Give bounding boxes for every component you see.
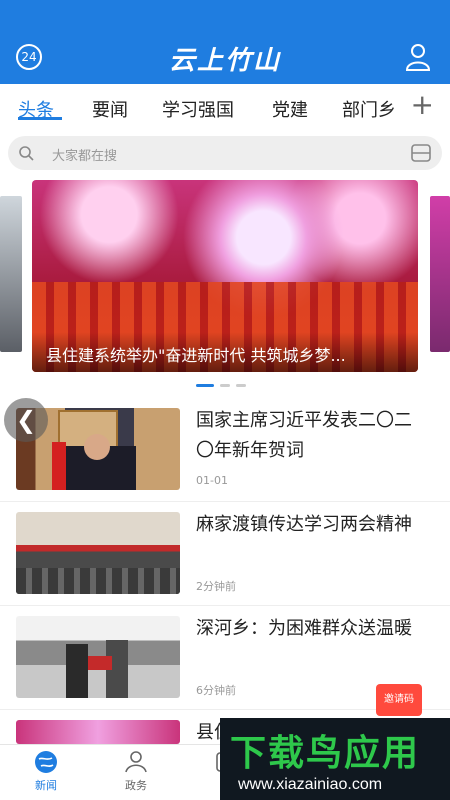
carousel-dot (236, 384, 246, 387)
watermark-logo-text: 下载鸟应用 (230, 733, 421, 774)
banner-slide[interactable]: 县住建系统举办"奋进新时代 共筑城乡梦... (32, 180, 418, 372)
news-title: 国家主席习近平发表二〇二〇年新年贺词 (196, 410, 412, 461)
news-title: 麻家渡镇传达学习两会精神 (196, 514, 412, 535)
app-title: 云上竹山 (168, 46, 281, 76)
news-time: 01-01 (196, 474, 228, 487)
banner-carousel[interactable]: 县住建系统举办"奋进新时代 共筑城乡梦... (0, 180, 450, 380)
category-tabs: 头条 要闻 学习强国 党建 部门乡 (0, 84, 450, 130)
tab-departments[interactable]: 部门乡 (342, 96, 396, 122)
search-bar[interactable]: 大家都在搜 (8, 136, 442, 170)
news-item[interactable]: 麻家渡镇传达学习两会精神 2分钟前 (0, 502, 450, 606)
tab-party[interactable]: 党建 (272, 96, 308, 122)
nav-government[interactable]: 政务 (106, 749, 166, 793)
invite-code-button[interactable]: 邀请码 (376, 684, 422, 716)
banner-caption: 县住建系统举办"奋进新时代 共筑城乡梦... (32, 332, 418, 372)
nav-label: 新闻 (35, 779, 57, 792)
back-button[interactable]: ❮ (4, 398, 48, 442)
watermark-url: www.xiazainiao.com (238, 776, 383, 793)
globe-icon (35, 751, 57, 773)
app-header: 24 云上竹山 (0, 0, 450, 84)
carousel-dot (220, 384, 230, 387)
add-channel-icon[interactable]: + (411, 88, 434, 121)
active-tab-indicator (18, 117, 62, 120)
tab-major-news[interactable]: 要闻 (92, 96, 128, 122)
people-icon (125, 751, 147, 773)
site-watermark: 下载鸟应用 www.xiazainiao.com (220, 718, 450, 800)
search-icon (19, 146, 34, 161)
nav-news[interactable]: 新闻 (16, 749, 76, 793)
nav-label: 政务 (125, 779, 147, 792)
search-placeholder: 大家都在搜 (52, 149, 118, 164)
news-time: 6分钟前 (196, 684, 236, 697)
carousel-dot-active (196, 384, 214, 387)
news-thumbnail (16, 616, 180, 698)
user-profile-icon[interactable] (404, 42, 432, 72)
tab-study[interactable]: 学习强国 (162, 96, 234, 122)
news-title: 深河乡：为困难群众送温暖 (196, 618, 412, 639)
news-thumbnail (16, 512, 180, 594)
news-thumbnail (16, 720, 180, 744)
previous-slide-peek[interactable] (0, 196, 22, 352)
next-slide-peek[interactable] (430, 196, 450, 352)
news-item[interactable]: 国家主席习近平发表二〇二〇年新年贺词 01-01 (0, 398, 450, 502)
scan-icon[interactable] (410, 143, 432, 163)
news-time: 2分钟前 (196, 580, 236, 593)
